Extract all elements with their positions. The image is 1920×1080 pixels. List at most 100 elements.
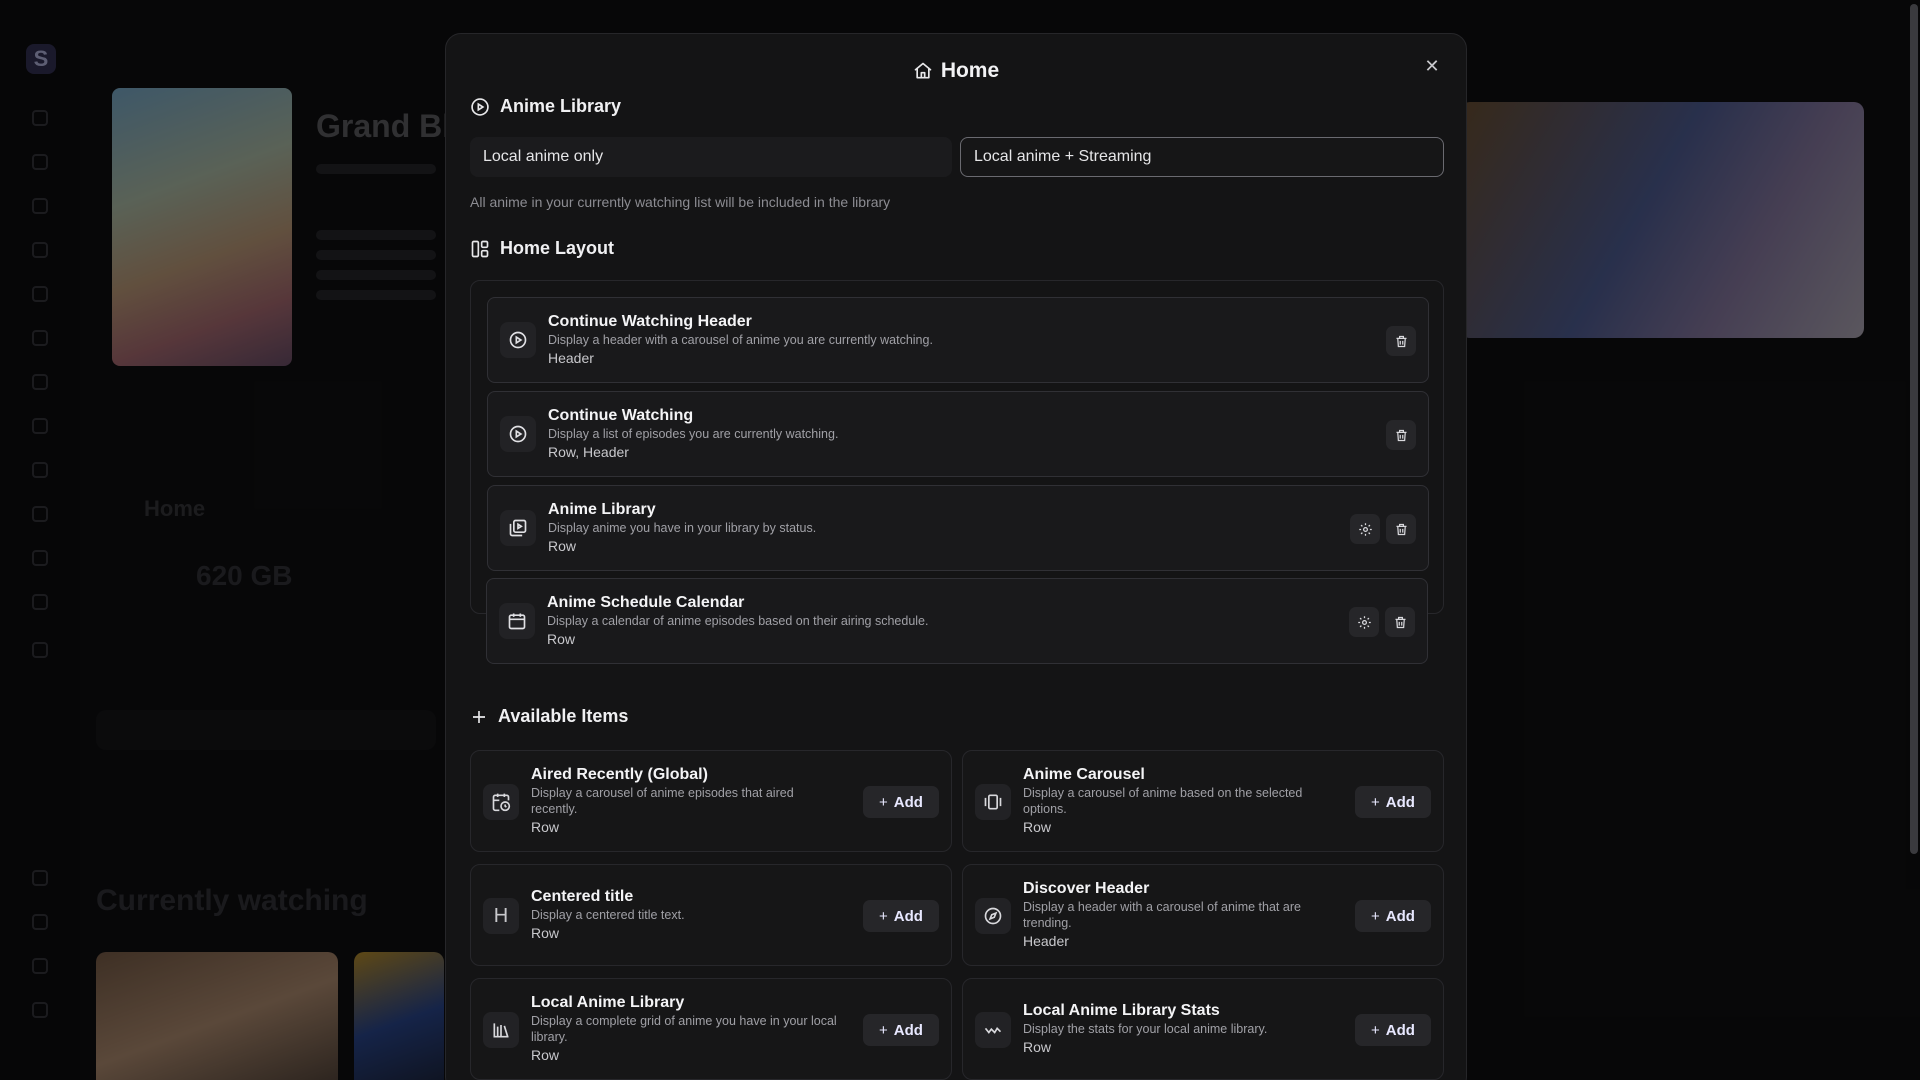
- available-item-text: Anime Carousel Display a carousel of ani…: [1023, 765, 1343, 837]
- add-button[interactable]: + Add: [1355, 1014, 1431, 1046]
- layout-item-tag: Header: [548, 350, 594, 366]
- layout-item-text: Anime Schedule Calendar Display a calend…: [547, 593, 928, 649]
- trash-icon: [1394, 522, 1409, 537]
- add-button[interactable]: + Add: [1355, 786, 1431, 818]
- layout-item-text: Continue Watching Display a list of epis…: [548, 406, 838, 462]
- delete-button[interactable]: [1386, 326, 1416, 356]
- plus-icon: +: [1371, 793, 1380, 811]
- delete-button[interactable]: [1386, 514, 1416, 544]
- available-item-card: Local Anime Library Display a complete g…: [470, 978, 952, 1080]
- add-button[interactable]: + Add: [863, 900, 939, 932]
- available-item-card: Anime Carousel Display a carousel of ani…: [962, 750, 1444, 852]
- add-button[interactable]: + Add: [863, 786, 939, 818]
- layout-item-description: Display a list of episodes you are curre…: [548, 427, 839, 441]
- modal-header: Home: [446, 54, 1466, 88]
- home-layout-section-header: Home Layout: [470, 238, 614, 259]
- available-item-description: Display a header with a carousel of anim…: [1023, 900, 1301, 914]
- layout-item-text: Anime Library Display anime you have in …: [548, 500, 816, 556]
- settings-button[interactable]: [1349, 607, 1379, 637]
- available-item-card: Discover Header Display a header with a …: [962, 864, 1444, 966]
- available-item-tag: Row: [531, 1047, 560, 1063]
- available-item-description: options.: [1023, 802, 1067, 816]
- available-item-description: trending.: [1023, 916, 1072, 930]
- delete-button[interactable]: [1386, 420, 1416, 450]
- trash-icon: [1394, 428, 1409, 443]
- available-item-title: Anime Carousel: [1023, 766, 1145, 783]
- play-circle-icon: [500, 416, 536, 452]
- plus-icon: +: [1371, 1021, 1380, 1039]
- available-item-tag: Row: [1023, 819, 1052, 835]
- plus-icon: +: [879, 1021, 888, 1039]
- play-circle-icon: [470, 97, 490, 117]
- plus-icon: +: [1371, 907, 1380, 925]
- available-item-text: Local Anime Library Display a complete g…: [531, 993, 851, 1065]
- available-item-description: library.: [531, 1030, 568, 1044]
- layout-item[interactable]: Anime Schedule Calendar Display a calend…: [486, 578, 1428, 664]
- compass-icon: [975, 898, 1011, 934]
- available-items-section-header: Available Items: [470, 706, 628, 727]
- available-item-tag: Header: [1023, 933, 1069, 949]
- add-button[interactable]: + Add: [1355, 900, 1431, 932]
- layout-item[interactable]: Continue Watching Header Display a heade…: [487, 297, 1429, 383]
- heading-icon: H: [483, 898, 519, 934]
- section-title: Home Layout: [500, 238, 615, 258]
- option-local-plus-streaming[interactable]: Local anime + Streaming: [960, 137, 1444, 177]
- close-icon: ✕: [1424, 55, 1440, 76]
- available-item-card: Aired Recently (Global) Display a carous…: [470, 750, 952, 852]
- stats-wave-icon: [975, 1012, 1011, 1048]
- layout-item-text: Continue Watching Header Display a heade…: [548, 312, 933, 368]
- layout-icon: [470, 239, 490, 259]
- available-item-title: Centered title: [531, 888, 634, 905]
- available-item-description: Display a complete grid of anime you hav…: [531, 1014, 837, 1028]
- settings-button[interactable]: [1350, 514, 1380, 544]
- add-button[interactable]: + Add: [863, 1014, 939, 1046]
- layout-item-title: Continue Watching Header: [548, 313, 752, 330]
- available-item-text: Centered title Display a centered title …: [531, 887, 851, 943]
- library-icon: [483, 1012, 519, 1048]
- available-item-description: Display a carousel of anime based on the…: [1023, 786, 1303, 800]
- available-item-tag: Row: [1023, 1039, 1052, 1055]
- delete-button[interactable]: [1385, 607, 1415, 637]
- layout-item-title: Anime Schedule Calendar: [547, 594, 745, 611]
- plus-icon: +: [879, 793, 888, 811]
- section-title: Anime Library: [500, 96, 622, 116]
- library-mode-toggle: Local anime only Local anime + Streaming: [470, 137, 1444, 177]
- trash-icon: [1394, 334, 1409, 349]
- calendar-icon: [499, 603, 535, 639]
- available-item-title: Discover Header: [1023, 880, 1150, 897]
- home-layout-list: Continue Watching Header Display a heade…: [470, 280, 1444, 614]
- layout-item-tag: Row, Header: [548, 444, 629, 460]
- close-button[interactable]: ✕: [1420, 54, 1444, 78]
- add-button-label: Add: [1385, 793, 1415, 811]
- available-item-tag: Row: [531, 819, 560, 835]
- page-scrollbar[interactable]: [1910, 4, 1918, 854]
- add-button-label: Add: [893, 1021, 923, 1039]
- available-item-text: Local Anime Library Stats Display the st…: [1023, 1001, 1343, 1057]
- available-item-text: Aired Recently (Global) Display a carous…: [531, 765, 851, 837]
- add-button-label: Add: [1385, 1021, 1415, 1039]
- layout-item-tag: Row: [547, 631, 576, 647]
- layout-item[interactable]: Anime Library Display anime you have in …: [487, 485, 1429, 571]
- play-circle-icon: [500, 322, 536, 358]
- available-item-text: Discover Header Display a header with a …: [1023, 879, 1343, 951]
- home-settings-modal: Home ✕ Anime Library Local anime only Lo…: [445, 33, 1467, 1080]
- available-item-title: Local Anime Library: [531, 994, 685, 1011]
- carousel-icon: [975, 784, 1011, 820]
- option-local-only[interactable]: Local anime only: [470, 137, 952, 177]
- gear-icon: [1357, 615, 1372, 630]
- layout-item-tag: Row: [548, 538, 577, 554]
- layout-item-description: Display a header with a carousel of anim…: [548, 333, 933, 347]
- gear-icon: [1358, 522, 1373, 537]
- layout-item[interactable]: Continue Watching Display a list of epis…: [487, 391, 1429, 477]
- layout-item-title: Anime Library: [548, 501, 656, 518]
- layout-item-description: Display anime you have in your library b…: [548, 521, 817, 535]
- section-title: Available Items: [498, 706, 629, 726]
- available-item-title: Aired Recently (Global): [531, 766, 708, 783]
- home-icon: [913, 61, 933, 81]
- library-play-icon: [500, 510, 536, 546]
- layout-item-title: Continue Watching: [548, 407, 694, 424]
- modal-title: Home: [940, 59, 1000, 82]
- available-item-description: Display the stats for your local anime l…: [1023, 1022, 1268, 1036]
- available-item-title: Local Anime Library Stats: [1023, 1002, 1220, 1019]
- trash-icon: [1393, 615, 1408, 630]
